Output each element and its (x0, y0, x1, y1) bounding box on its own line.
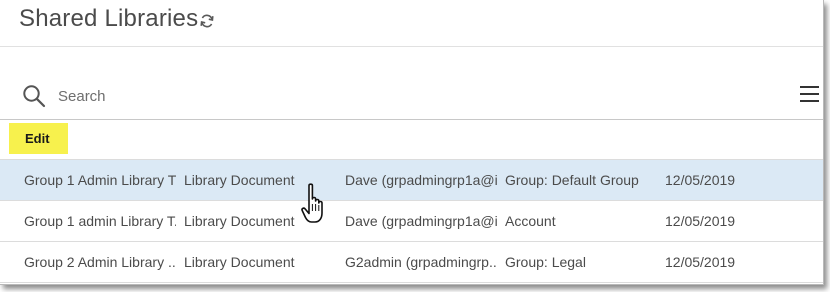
library-name-cell: Group 1 admin Library T... (24, 213, 176, 229)
table-row[interactable]: Group 1 admin Library T... Library Docum… (0, 201, 823, 242)
date-cell: 12/05/2019 (665, 213, 736, 229)
libraries-table: Group 1 Admin Library T... Library Docum… (0, 159, 823, 283)
scope-cell: Group: Legal (505, 254, 586, 270)
date-cell: 12/05/2019 (665, 172, 736, 188)
owner-cell: Dave (grpadmingrp1a@i... (345, 172, 497, 188)
owner-cell: Dave (grpadmingrp1a@i... (345, 213, 497, 229)
library-name-cell: Group 2 Admin Library ... (24, 254, 176, 270)
table-row[interactable]: Group 2 Admin Library ... Library Docume… (0, 242, 823, 283)
shared-libraries-panel: Shared Libraries Edit Group 1 Admin Libr… (0, 0, 824, 285)
table-row[interactable]: Group 1 Admin Library T... Library Docum… (0, 159, 823, 201)
library-name-cell: Group 1 Admin Library T... (24, 172, 176, 188)
scope-cell: Group: Default Group (505, 172, 639, 188)
scope-cell: Account (505, 213, 556, 229)
refresh-icon[interactable] (199, 13, 215, 29)
search-bar (0, 76, 823, 120)
edit-button[interactable]: Edit (9, 123, 68, 154)
page-title: Shared Libraries (19, 5, 199, 32)
hand-pointer-cursor-icon (301, 183, 323, 223)
owner-cell: G2admin (grpadmingrp... (345, 254, 497, 270)
search-input[interactable] (58, 82, 738, 110)
library-type-cell: Library Document (184, 254, 295, 270)
search-icon (23, 85, 46, 108)
title-bar: Shared Libraries (0, 0, 823, 47)
date-cell: 12/05/2019 (665, 254, 736, 270)
hamburger-menu-icon[interactable] (800, 84, 822, 104)
